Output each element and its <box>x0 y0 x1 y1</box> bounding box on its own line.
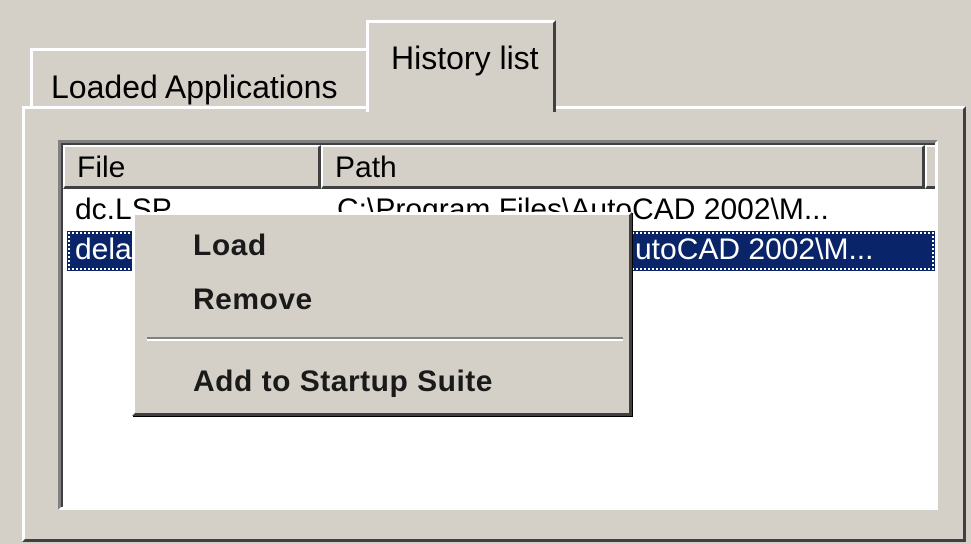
path-cell: utoCAD 2002\M... <box>635 233 874 266</box>
tab-history-list[interactable]: History list <box>366 20 556 112</box>
column-header-label: Path <box>335 151 397 184</box>
tab-label: History list <box>391 40 539 76</box>
tab-loaded-applications[interactable]: Loaded Applications <box>30 48 370 110</box>
menu-item-add-to-startup-suite[interactable]: Add to Startup Suite <box>193 365 493 399</box>
menu-separator <box>147 337 623 341</box>
column-header-file[interactable]: File <box>63 145 321 189</box>
menu-item-remove[interactable]: Remove <box>193 283 313 317</box>
column-header-filler <box>925 145 935 189</box>
tab-label: Loaded Applications <box>51 69 338 105</box>
column-header-path[interactable]: Path <box>321 145 925 189</box>
context-menu: Load Remove Add to Startup Suite <box>132 212 632 416</box>
menu-item-load[interactable]: Load <box>193 229 267 263</box>
file-cell: dela <box>75 233 132 266</box>
history-list-dialog: Loaded Applications History list File Pa… <box>0 0 971 544</box>
column-header-label: File <box>77 151 126 184</box>
